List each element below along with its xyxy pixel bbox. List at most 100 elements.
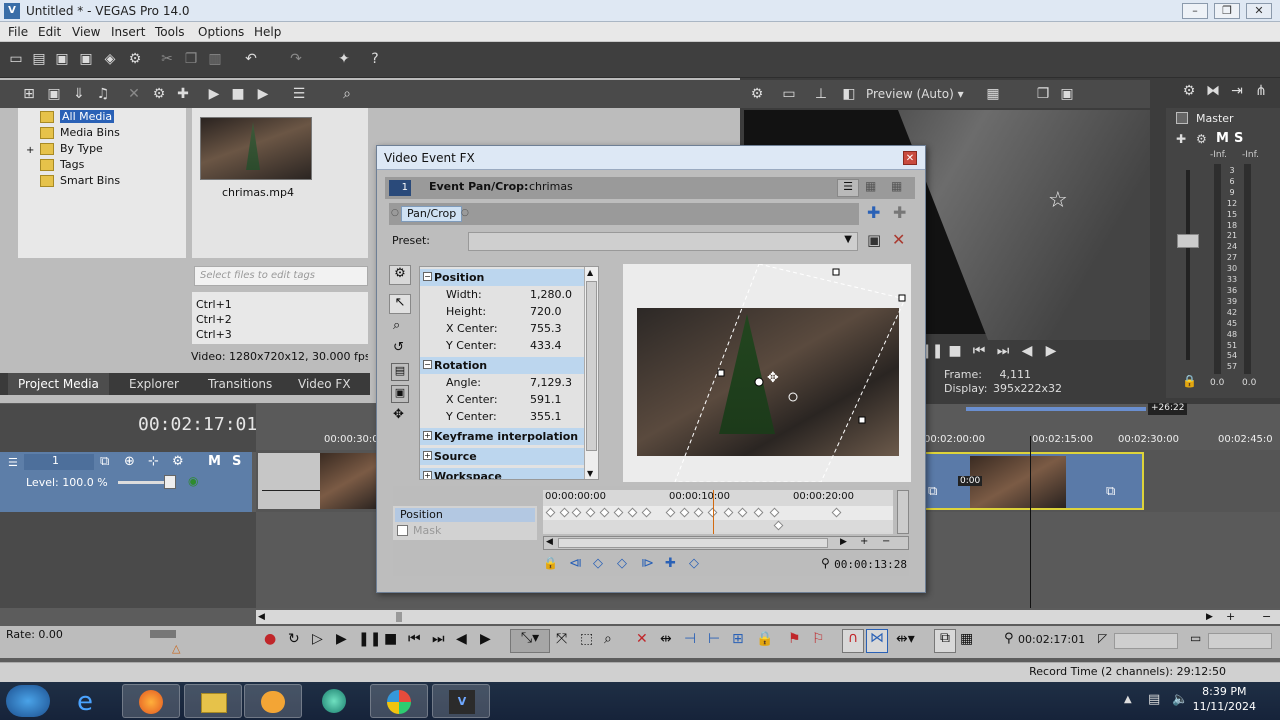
collapse-icon[interactable]: −	[423, 360, 432, 369]
tab-project-media[interactable]: Project Media	[8, 373, 109, 395]
show-hidden-icons[interactable]: ▲	[1124, 694, 1132, 705]
zoom-edit-tool-icon[interactable]: ⌕	[393, 318, 400, 333]
rate-slider[interactable]	[150, 630, 176, 638]
zoom-out-icon[interactable]: −	[882, 536, 890, 547]
keyframe[interactable]	[641, 507, 652, 518]
vegas-pro-taskbar-icon[interactable]: V	[432, 684, 490, 718]
zoom-tool-icon[interactable]: ⌕	[604, 631, 612, 647]
scroll-thumb[interactable]	[396, 612, 402, 622]
collapse-track-icon[interactable]: ☰	[8, 456, 18, 469]
menu-view[interactable]: View	[72, 25, 100, 39]
video-event-clip-1[interactable]	[258, 453, 378, 509]
previous-keyframe-icon[interactable]: ◇	[593, 556, 603, 571]
cursor-time[interactable]: 00:02:17:01	[1018, 631, 1088, 649]
tab-video-fx[interactable]: Video FX	[298, 373, 351, 395]
prop-height[interactable]: Height: 720.0	[420, 303, 598, 320]
keyframe[interactable]	[753, 507, 764, 518]
prop-rotation-x-center[interactable]: X Center: 591.1	[420, 391, 598, 408]
next-keyframe-icon[interactable]: ◇	[617, 556, 627, 571]
stop-icon[interactable]: ■	[384, 631, 397, 647]
copy-snapshot-icon[interactable]: ❐	[1034, 85, 1052, 103]
keyframe[interactable]	[559, 507, 570, 518]
scroll-thumb[interactable]	[586, 281, 597, 451]
zoom-in-icon[interactable]: +	[1226, 610, 1235, 623]
new-file-icon[interactable]: ▭	[7, 50, 25, 68]
event-pan-crop-icon[interactable]: ⧉	[928, 484, 937, 499]
add-fx-icon[interactable]: ✚	[867, 203, 880, 222]
help-icon[interactable]: ?	[366, 50, 384, 68]
normal-edit-tool-icon[interactable]: ↖	[389, 294, 411, 314]
lock-aspect-ratio-icon[interactable]: ▣	[391, 385, 409, 403]
keyframe-row-position[interactable]: Position	[395, 508, 535, 522]
video-event-clip-2[interactable]: 0:00 ⧉ ⧉	[924, 452, 1144, 510]
go-to-start-icon[interactable]: ⏮	[408, 631, 421, 647]
master-bypass-checkbox[interactable]	[1176, 112, 1188, 124]
firefox-icon[interactable]	[122, 684, 180, 718]
keyframe[interactable]	[693, 507, 704, 518]
level-slider-thumb[interactable]	[164, 475, 176, 489]
last-keyframe-icon[interactable]: ⧐	[641, 556, 654, 571]
track-envelope-icon[interactable]: ⊹	[148, 454, 159, 469]
internet-explorer-icon[interactable]: e	[62, 684, 120, 718]
play-preview-icon[interactable]: ▶	[205, 85, 223, 103]
selection-length-field[interactable]	[1208, 633, 1272, 649]
track-solo-button[interactable]: S	[232, 454, 241, 469]
windows-app-icon[interactable]	[370, 684, 428, 718]
prop-y-center[interactable]: Y Center: 433.4	[420, 337, 598, 354]
extract-audio-icon[interactable]: ♫	[94, 85, 112, 103]
section-rotation[interactable]: − Rotation	[420, 357, 598, 374]
delete-preset-icon[interactable]: ✕	[892, 230, 905, 249]
keyframe-cursor[interactable]	[713, 490, 714, 534]
trim-end-icon[interactable]: ⊢	[708, 631, 720, 647]
dim-output-icon[interactable]: ⇥	[1228, 82, 1246, 100]
loop-playback-icon[interactable]: ↻	[288, 631, 300, 647]
ripple-edit-dropdown[interactable]: ⇹▾	[896, 631, 915, 647]
network-icon[interactable]: ▤	[1148, 692, 1160, 707]
keyframe[interactable]	[599, 507, 610, 518]
kf-horizontal-scrollbar[interactable]: ◀ ▶ + −	[543, 536, 909, 550]
open-folder-icon[interactable]: ▤	[30, 50, 48, 68]
master-solo-button[interactable]: S	[1234, 131, 1243, 146]
go-to-end-icon[interactable]: ⏭	[432, 631, 445, 647]
crop-rectangle-overlay[interactable]: ✥	[623, 264, 911, 482]
mask-checkbox[interactable]	[397, 525, 408, 536]
keyframe-row-position-lane[interactable]	[543, 506, 893, 520]
preset-dropdown[interactable]: ▼	[468, 232, 858, 251]
play-from-start-icon[interactable]: ▷	[312, 631, 323, 647]
scroll-down-icon[interactable]: ▼	[587, 469, 593, 478]
move-freely-icon[interactable]: ✥	[393, 407, 404, 422]
play-icon[interactable]: ▶	[336, 631, 347, 647]
menu-file[interactable]: File	[8, 25, 28, 39]
collapse-icon[interactable]: −	[423, 272, 432, 281]
external-monitor-icon[interactable]: ▭	[780, 85, 798, 103]
keyframe[interactable]	[773, 520, 784, 531]
view-large-icon[interactable]: ▦	[891, 179, 902, 193]
maximize-button[interactable]: ❐	[1214, 3, 1240, 19]
keyframe[interactable]	[679, 507, 690, 518]
auto-preview-icon[interactable]: ▶	[254, 85, 272, 103]
lock-event-icon[interactable]: 🔒	[756, 631, 773, 647]
properties-scrollbar[interactable]: ▲ ▼	[584, 267, 598, 479]
split-screen-icon[interactable]: ⊥	[812, 85, 830, 103]
keyframe[interactable]	[723, 507, 734, 518]
scroll-thumb[interactable]	[558, 538, 828, 548]
next-frame-icon[interactable]: ▶	[1042, 342, 1060, 360]
track-fx-icon[interactable]: ⚙	[172, 454, 184, 469]
trim-start-icon[interactable]: ⊣	[684, 631, 696, 647]
edit-tool-dropdown[interactable]: ⤡▾	[510, 629, 550, 653]
keyframe-lanes[interactable]: 00:00:00:00 00:00:10:00 00:00:20:00	[543, 490, 893, 534]
tab-explorer[interactable]: Explorer	[129, 373, 179, 395]
keyframe-row-mask-lane[interactable]	[543, 520, 893, 532]
expand-icon[interactable]: +	[423, 451, 432, 460]
media-player-icon[interactable]	[244, 684, 302, 718]
dialog-close-button[interactable]: ✕	[903, 151, 917, 165]
master-fader[interactable]	[1177, 234, 1199, 248]
zoom-out-icon[interactable]: −	[1262, 610, 1271, 623]
tags-input[interactable]: Select files to edit tags	[194, 266, 368, 286]
record-icon[interactable]: ●	[264, 631, 276, 647]
pan-crop-workspace[interactable]: ✥	[623, 264, 911, 482]
lock-icon[interactable]: 🔒	[1182, 374, 1197, 388]
remove-fx-icon[interactable]: ✚	[893, 203, 906, 222]
overlays-icon[interactable]: ▦	[984, 85, 1002, 103]
downmix-icon[interactable]: ⧓	[1204, 82, 1222, 100]
